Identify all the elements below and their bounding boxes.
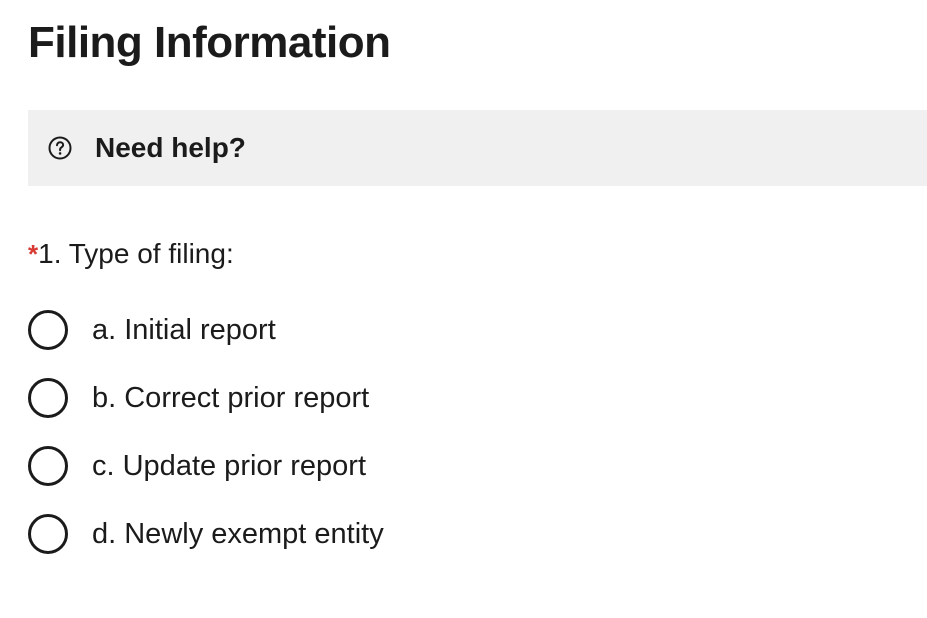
page-title: Filing Information — [28, 18, 391, 67]
need-help-toggle[interactable]: Need help? — [28, 110, 927, 186]
filing-type-radio-group: a. Initial report b. Correct prior repor… — [28, 306, 628, 578]
radio-option-label[interactable]: c. Update prior report — [92, 450, 366, 483]
need-help-label: Need help? — [95, 132, 246, 163]
required-asterisk: * — [28, 239, 39, 269]
radio-option-label[interactable]: d. Newly exempt entity — [92, 518, 384, 551]
radio-button[interactable] — [28, 446, 68, 486]
radio-button[interactable] — [28, 378, 68, 418]
question-label: 1. Type of filing: — [38, 238, 234, 269]
radio-option-correct-prior-report[interactable]: b. Correct prior report — [28, 374, 628, 422]
radio-button[interactable] — [28, 514, 68, 554]
radio-option-label[interactable]: b. Correct prior report — [92, 382, 369, 415]
question-circle-icon — [48, 136, 72, 160]
radio-option-initial-report[interactable]: a. Initial report — [28, 306, 628, 354]
radio-button[interactable] — [28, 310, 68, 350]
radio-option-label[interactable]: a. Initial report — [92, 314, 276, 347]
radio-option-update-prior-report[interactable]: c. Update prior report — [28, 442, 628, 490]
radio-option-newly-exempt-entity[interactable]: d. Newly exempt entity — [28, 510, 628, 558]
filing-type-question: *1. Type of filing: — [28, 234, 234, 274]
